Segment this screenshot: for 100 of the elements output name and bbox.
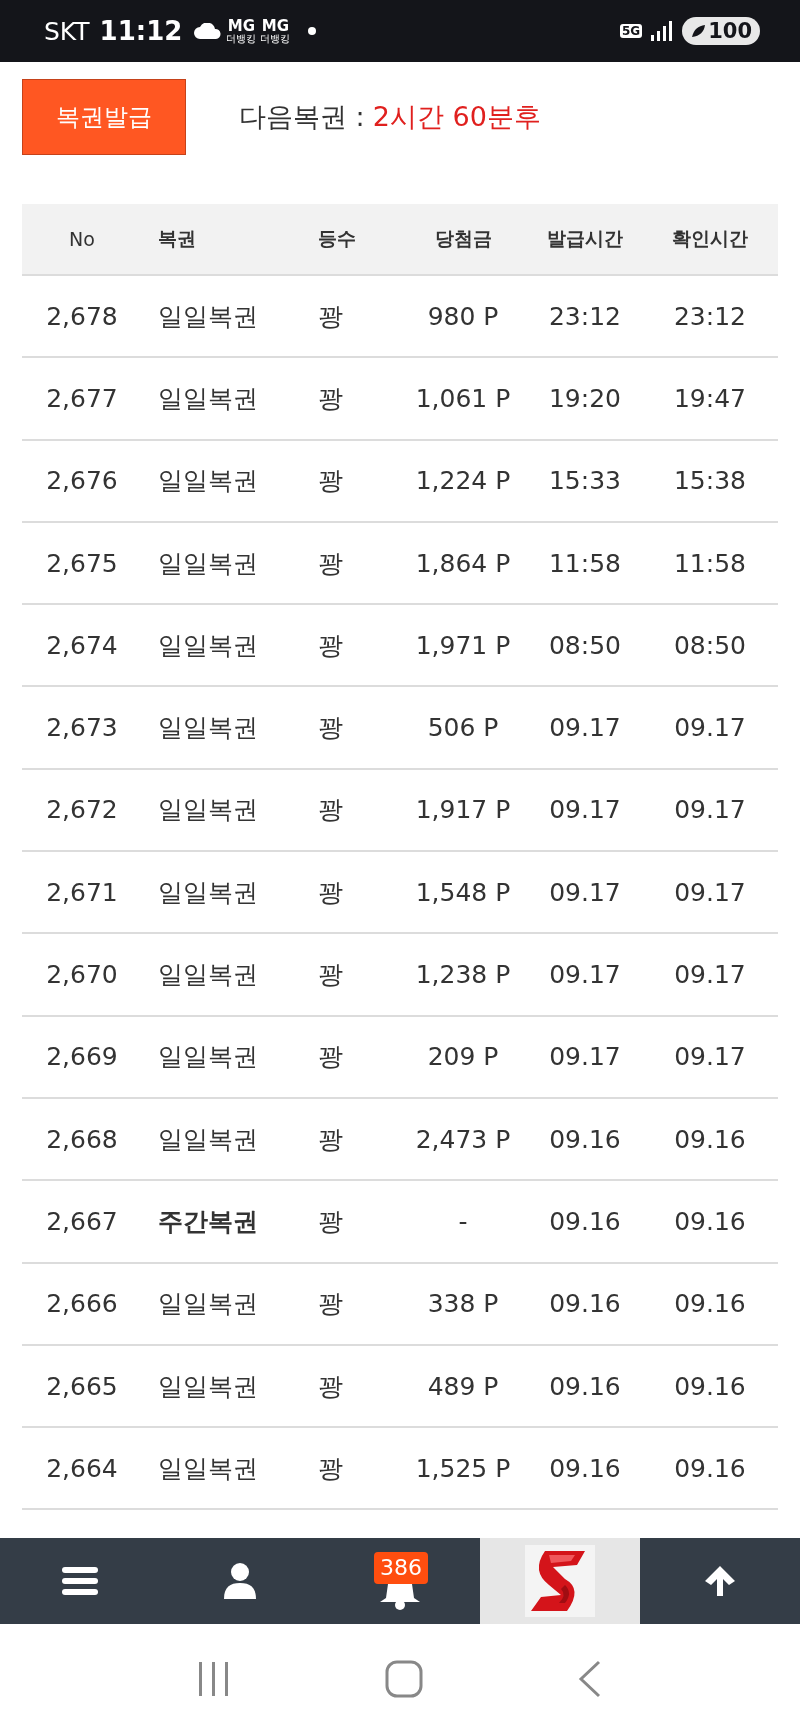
table-cell-text: 꽝 [317,629,344,662]
table-cell-text: 꽝 [317,1452,344,1485]
table-cell-text: 2,672 [45,795,119,825]
table-cell-text: 꽝 [317,382,344,415]
table-cell-text: 2,665 [45,1371,119,1401]
table-cell-text: 09.17 [548,713,622,743]
table-cell-text: 11:58 [672,548,747,578]
table-cell-text: 09.16 [673,1371,747,1401]
table-cell-text: 15:33 [547,466,622,496]
notification-badge: 386 [374,1552,428,1584]
table-cell-text: 주간복권 [157,1205,259,1238]
table-cell-text: 꽝 [317,712,344,745]
table-cell-text: 09.17 [548,1042,622,1072]
table-cell-text: 209 P [426,1042,500,1072]
table-cell-text: 09.17 [548,795,622,825]
table-cell-text: 09.17 [673,960,747,989]
table-cell-text: 일일복권 [157,712,259,745]
table-cell-text: 2,673 [45,713,119,743]
table-cell-text: 꽝 [317,959,344,991]
table-cell-text: 2,671 [45,877,119,907]
table-cell-text: 23:12 [672,301,747,331]
table-cell-text: 2,674 [45,630,119,660]
table-cell-text: 꽝 [317,547,344,580]
table-cell-text: 일일복권 [157,1370,259,1403]
home-icon[interactable] [385,1660,423,1698]
dot-icon [308,27,317,35]
notification-subtitle: 더뱅킹 [226,33,257,44]
table-cell-text: 일일복권 [157,382,259,415]
table-cell-text: 2,675 [45,548,119,578]
table-cell-text: 1,917 P [414,795,512,825]
table-cell-text: 1,238 P [414,960,512,989]
table-cell-text: 꽝 [317,1288,344,1321]
table-cell-text: 꽝 [317,1205,344,1238]
next-label: 다음복권 : [239,100,365,134]
column-header: 당첨금 [433,226,493,251]
table-cell-text: 1,224 P [414,466,512,496]
table-cell-text: 09.17 [548,877,622,907]
issue-button[interactable]: 복권발급 [22,79,186,155]
table-cell-text: 2,667 [45,1206,119,1236]
table-cell-text: 2,666 [45,1289,119,1319]
table-cell-text: 일일복권 [157,300,259,333]
table-cell-text: 일일복권 [157,1041,259,1074]
table-cell-text: 1,061 P [414,383,512,413]
column-header: 등수 [317,226,357,251]
table-cell-text: 2,473 P [414,1124,512,1154]
table-cell-text: 꽝 [317,1041,344,1074]
table-cell-text: 08:50 [672,630,747,660]
notification-subtitle: 더뱅킹 [260,33,291,44]
table-cell-text: 일일복권 [157,629,259,662]
table-cell-text: 338 P [426,1289,500,1319]
table-cell-text: 꽝 [317,876,344,909]
table-cell-text: 꽝 [317,465,344,498]
table-cell-text: 2,664 [45,1453,119,1483]
table-cell-text: 일일복권 [157,465,259,498]
table-cell-text: 꽝 [317,1123,344,1156]
table-cell-text: 1,525 P [414,1453,512,1483]
table-cell-text: 09.16 [673,1124,747,1154]
recent-apps-icon[interactable] [197,1660,231,1698]
table-cell-text: 일일복권 [157,547,259,580]
table-cell-text: 09.16 [673,1206,747,1236]
table-cell-text: 09.16 [673,1289,747,1319]
table-cell-text: 2,668 [45,1124,119,1154]
table-cell-text: 09.16 [548,1206,622,1236]
table-cell-text: 489 P [426,1371,500,1401]
table-cell-text: 15:38 [672,466,747,496]
notification-title: MG [261,18,289,34]
table-cell-text: 1,548 P [414,877,512,907]
table-cell-text: 11:58 [547,548,622,578]
table-cell-text: 1,971 P [414,630,512,660]
table-cell-text: 09.17 [673,1042,747,1072]
table-cell-text: 09.16 [673,1453,747,1483]
table-cell-text: 꽝 [317,1370,344,1403]
table-cell-text: 09.16 [548,1124,622,1154]
next-countdown: 2시간 60분후 [372,100,541,134]
table-cell-text: 일일복권 [157,959,259,991]
signal-icon [650,21,673,41]
back-icon[interactable] [577,1660,603,1698]
table-cell-text: 980 P [426,301,500,331]
table-cell-text: 1,864 P [414,548,512,578]
table-cell-text: 2,677 [45,383,119,413]
column-header: 복권 [157,226,197,251]
column-header: 발급시간 [546,226,624,251]
column-header: No [68,228,96,250]
table-cell-text: 2,676 [45,466,119,496]
network-type: 5G [619,24,643,38]
clock: 11:12 [99,16,183,46]
column-header: 확인시간 [671,226,749,251]
battery-indicator: 100 [682,17,760,45]
table-cell-text: 506 P [426,713,500,743]
table-cell-text: 꽝 [317,794,344,827]
table-cell-text: 일일복권 [157,1123,259,1156]
table-cell-text: 2,678 [45,301,119,331]
table-cell-text: 09.17 [673,795,747,825]
carrier-name: SKT [44,16,90,46]
cloud-icon [194,23,223,39]
table-cell-text: 일일복권 [157,876,259,909]
table-cell-text: 09.17 [673,713,747,743]
table-cell-text: 09.17 [548,960,622,989]
table-cell-text: 09.17 [673,877,747,907]
table-cell-text: 19:47 [672,383,747,413]
